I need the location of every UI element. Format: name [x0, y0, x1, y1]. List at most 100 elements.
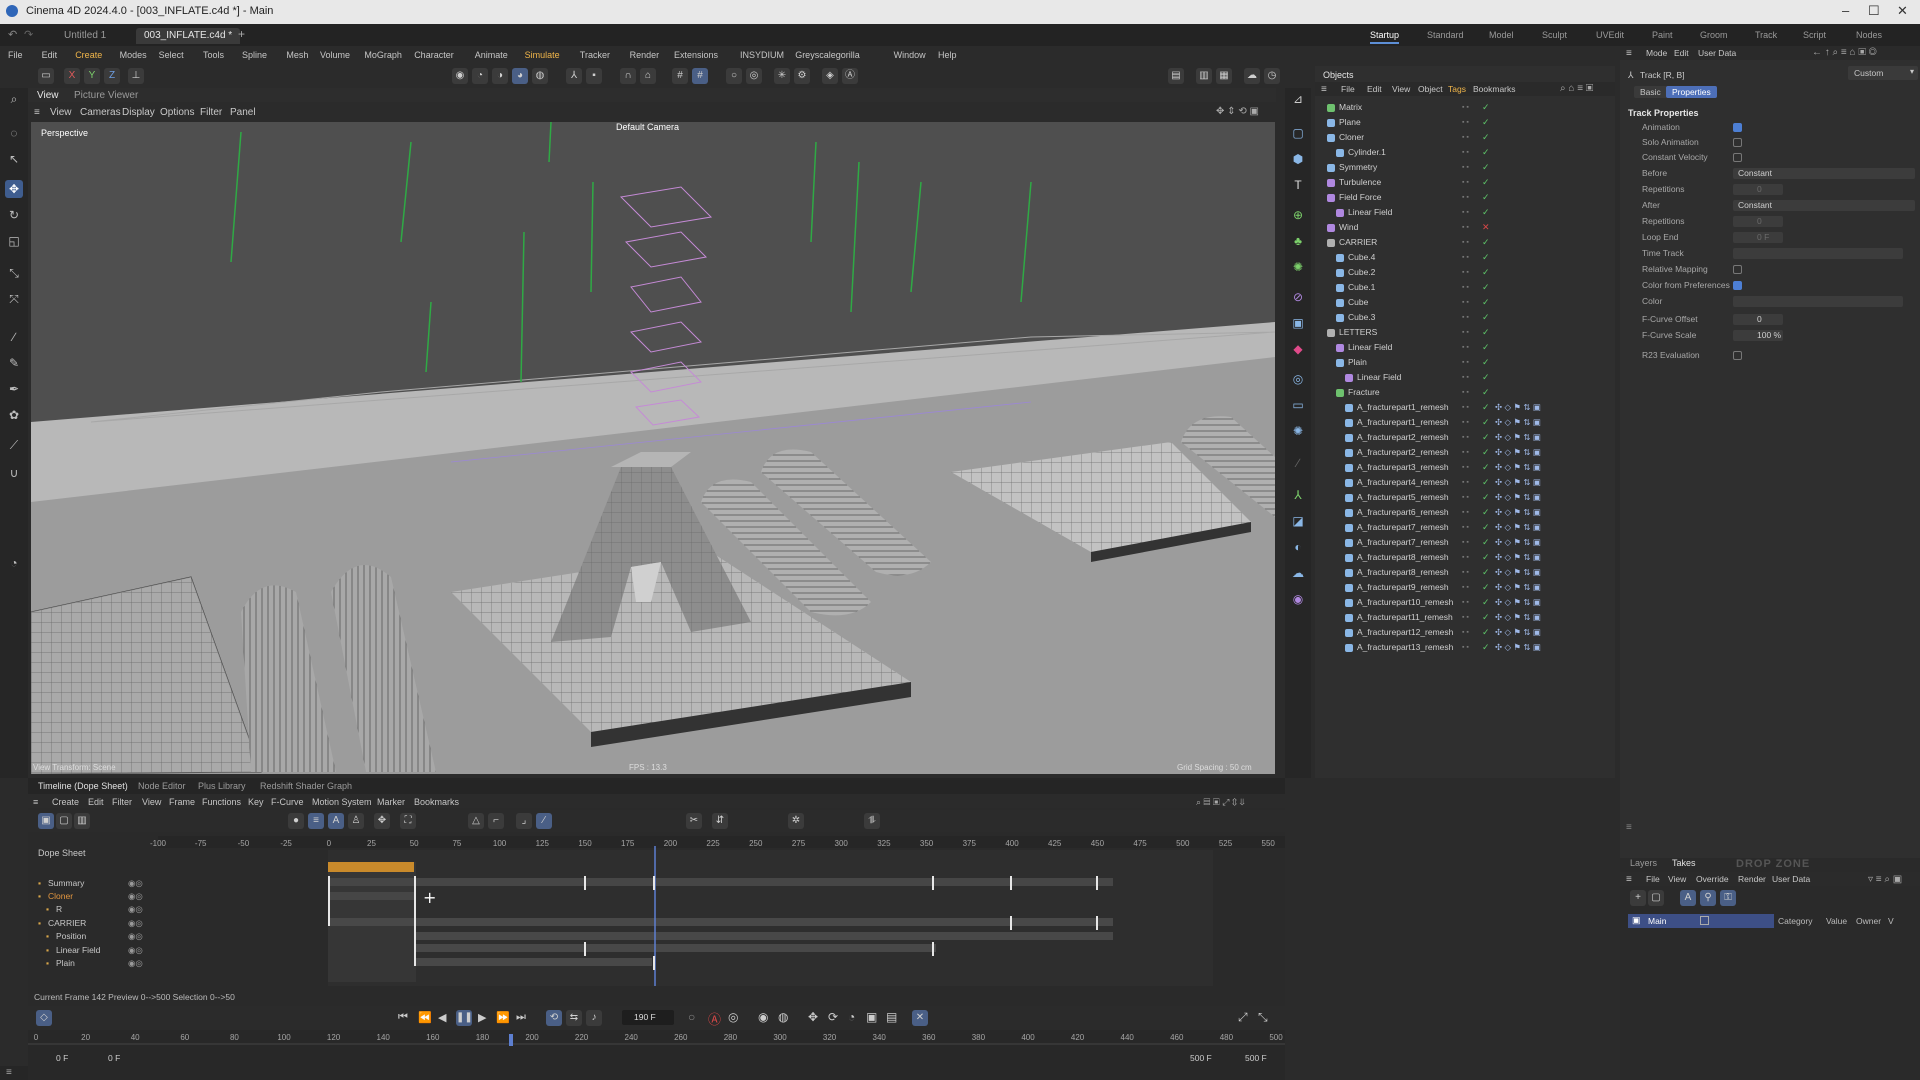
take-override-icon[interactable]: ⚲ [1700, 890, 1716, 906]
tab-plus-library[interactable]: Plus Library [198, 781, 246, 791]
enabled-check-icon[interactable]: ✓ [1482, 100, 1490, 115]
object-row[interactable]: A_fracturepart8_remesh ▪ ▪ ✓ ✣ ◇ ⚑ ⇅ ▣ [1315, 565, 1615, 580]
tangent-icon[interactable]: ⇵ [712, 813, 728, 829]
key-point-icon[interactable]: ▣ [866, 1010, 877, 1024]
timeline-expand-icon[interactable]: ⤢ [1238, 1010, 1248, 1025]
attr-checkbox[interactable] [1733, 138, 1742, 147]
status-menu-icon[interactable]: ≡ [6, 1067, 12, 1078]
menu-tools[interactable]: Tools [203, 50, 224, 60]
coordinate-system-icon[interactable]: ⊥ [128, 68, 144, 84]
visibility-dots-icon[interactable]: ▪ ▪ [1462, 115, 1469, 130]
take-lock-icon[interactable]: ⚿ [1720, 890, 1736, 906]
object-row[interactable]: Cube.2 ▪ ▪ ✓ [1315, 265, 1615, 280]
enabled-check-icon[interactable]: ✓ [1482, 640, 1490, 655]
object-row[interactable]: A_fracturepart12_remesh ▪ ▪ ✓ ✣ ◇ ⚑ ⇅ ▣ [1315, 625, 1615, 640]
attr-checkbox[interactable] [1733, 281, 1742, 290]
takes-hamburger-icon[interactable]: ≡ [1626, 874, 1632, 885]
track-visibility-icon[interactable]: ◉◎ [128, 891, 143, 902]
takes-menu-render[interactable]: Render [1738, 874, 1766, 884]
visibility-dots-icon[interactable]: ▪ ▪ [1462, 400, 1469, 415]
objects-menu-edit[interactable]: Edit [1367, 84, 1382, 94]
object-row[interactable]: Cloner ▪ ▪ ✓ [1315, 130, 1615, 145]
enabled-check-icon[interactable]: ✓ [1482, 115, 1490, 130]
track-label[interactable]: R [56, 904, 62, 914]
layout-uvedit[interactable]: UVEdit [1596, 30, 1624, 40]
enabled-check-icon[interactable]: ✓ [1482, 475, 1490, 490]
object-row[interactable]: A_fracturepart3_remesh ▪ ▪ ✓ ✣ ◇ ⚑ ⇅ ▣ [1315, 460, 1615, 475]
clapper-icon[interactable]: ▦ [1216, 68, 1232, 84]
render-settings-icon[interactable]: ◑ [492, 68, 508, 84]
visibility-dots-icon[interactable]: ▪ ▪ [1462, 535, 1469, 550]
layout-sculpt[interactable]: Sculpt [1542, 30, 1567, 40]
key-rot-icon[interactable]: ◍ [778, 1010, 788, 1024]
object-row[interactable]: A_fracturepart6_remesh ▪ ▪ ✓ ✣ ◇ ⚑ ⇅ ▣ [1315, 505, 1615, 520]
attr-checkbox[interactable] [1733, 153, 1742, 162]
object-tags-icons[interactable]: ✣ ◇ ⚑ ⇅ ▣ [1495, 550, 1541, 565]
target-icon[interactable]: ◈ [822, 68, 838, 84]
object-row[interactable]: A_fracturepart7_remesh ▪ ▪ ✓ ✣ ◇ ⚑ ⇅ ▣ [1315, 535, 1615, 550]
enabled-check-icon[interactable]: ✓ [1482, 550, 1490, 565]
null-object-icon[interactable]: ▢ [1289, 124, 1307, 142]
visibility-dots-icon[interactable]: ▪ ▪ [1462, 205, 1469, 220]
spline-icon[interactable]: ⅄ [1289, 486, 1307, 504]
track-visibility-icon[interactable]: ◉◎ [128, 878, 143, 889]
enabled-check-icon[interactable]: ✓ [1482, 460, 1490, 475]
enabled-check-icon[interactable]: ✓ [1482, 130, 1490, 145]
object-row[interactable]: A_fracturepart10_remesh ▪ ▪ ✓ ✣ ◇ ⚑ ⇅ ▣ [1315, 595, 1615, 610]
tab-view[interactable]: View [37, 90, 59, 101]
keyframe-tools-icon[interactable]: ✲ [788, 813, 804, 829]
link-view-icon[interactable]: ● [288, 813, 304, 829]
visibility-dots-icon[interactable]: ▪ ▪ [1462, 310, 1469, 325]
sky-icon[interactable]: ☁ [1289, 564, 1307, 582]
visibility-dots-icon[interactable]: ▪ ▪ [1462, 295, 1469, 310]
new-tab-icon[interactable]: + [238, 27, 245, 41]
preset-select[interactable]: Custom ▾ [1848, 66, 1918, 80]
edit-render-icon[interactable]: ◕ [512, 68, 528, 84]
track-label[interactable]: Linear Field [56, 945, 100, 955]
visibility-dots-icon[interactable]: ▪ ▪ [1462, 370, 1469, 385]
enabled-check-icon[interactable]: ✓ [1482, 535, 1490, 550]
keyframe-icon[interactable]: ○ [688, 1010, 695, 1024]
object-tags-icons[interactable]: ✣ ◇ ⚑ ⇅ ▣ [1495, 520, 1541, 535]
enabled-check-icon[interactable]: ✓ [1482, 145, 1490, 160]
visibility-dots-icon[interactable]: ▪ ▪ [1462, 235, 1469, 250]
enabled-check-icon[interactable]: ✓ [1482, 385, 1490, 400]
visibility-dots-icon[interactable]: ▪ ▪ [1462, 250, 1469, 265]
visibility-dots-icon[interactable]: ▪ ▪ [1462, 385, 1469, 400]
object-row[interactable]: A_fracturepart9_remesh ▪ ▪ ✓ ✣ ◇ ⚑ ⇅ ▣ [1315, 580, 1615, 595]
timeline-hamburger-icon[interactable]: ≡ [33, 797, 38, 807]
visibility-dots-icon[interactable]: ▪ ▪ [1462, 145, 1469, 160]
viewport-menu-cameras[interactable]: Cameras [80, 107, 121, 118]
go-to-end-icon[interactable]: ⏭ [516, 1011, 526, 1024]
enabled-check-icon[interactable]: ✓ [1482, 250, 1490, 265]
workplane-icon[interactable]: ▪ [586, 68, 602, 84]
key-pla-icon[interactable]: ◔ [848, 1010, 855, 1024]
enabled-check-icon[interactable]: ✓ [1482, 160, 1490, 175]
brush-icon[interactable]: ✎ [5, 354, 23, 372]
record-icon[interactable]: ◎ [746, 68, 762, 84]
takes-menu-file[interactable]: File [1646, 874, 1660, 884]
light-icon[interactable]: ✺ [1289, 422, 1307, 440]
visibility-dots-icon[interactable]: ▪ ▪ [1462, 610, 1469, 625]
enabled-check-icon[interactable]: ✓ [1482, 505, 1490, 520]
cut-icon[interactable]: ✂ [686, 813, 702, 829]
objects-menu-file[interactable]: File [1341, 84, 1355, 94]
prev-key-icon[interactable]: ⏪ [418, 1011, 432, 1024]
visibility-dots-icon[interactable]: ▪ ▪ [1462, 550, 1469, 565]
takes-menu-view[interactable]: View [1668, 874, 1686, 884]
object-row[interactable]: Cube.4 ▪ ▪ ✓ [1315, 250, 1615, 265]
visibility-dots-icon[interactable]: ▪ ▪ [1462, 640, 1469, 655]
mograph-icon[interactable]: ✺ [1289, 258, 1307, 276]
object-row[interactable]: Cube.1 ▪ ▪ ✓ [1315, 280, 1615, 295]
doc-tab-inflate[interactable]: 003_INFLATE.c4d * [136, 28, 241, 44]
axis-y-button[interactable]: Y [84, 68, 100, 84]
scale-icon[interactable]: ◱ [5, 232, 23, 250]
enabled-check-icon[interactable]: ✓ [1482, 310, 1490, 325]
visibility-dots-icon[interactable]: ▪ ▪ [1462, 100, 1469, 115]
object-tags-icons[interactable]: ✣ ◇ ⚑ ⇅ ▣ [1495, 535, 1541, 550]
take-checkbox[interactable] [1700, 916, 1709, 925]
motion-mode-icon[interactable]: ▥ [74, 813, 90, 829]
visibility-dots-icon[interactable]: ▪ ▪ [1462, 265, 1469, 280]
maximize-icon[interactable]: ☐ [1868, 3, 1880, 19]
visibility-dots-icon[interactable]: ▪ ▪ [1462, 340, 1469, 355]
